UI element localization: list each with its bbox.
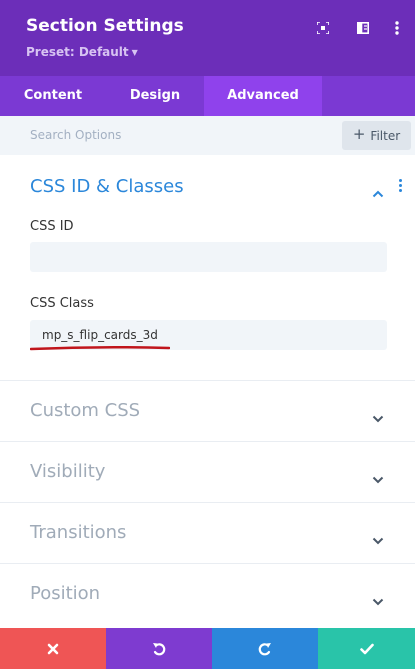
preset-label: Preset: Default <box>26 45 129 59</box>
more-icon[interactable] <box>389 20 405 36</box>
undo-icon <box>153 642 166 655</box>
search-bar: Search Options + Filter <box>0 116 415 155</box>
group-title: Position <box>30 583 101 604</box>
css-id-input[interactable] <box>30 242 387 272</box>
group-title: Custom CSS <box>30 400 141 421</box>
expand-icon[interactable] <box>315 20 331 36</box>
discard-button[interactable] <box>0 628 106 669</box>
group-title: Visibility <box>30 461 106 482</box>
css-class-label: CSS Class <box>30 296 94 311</box>
tab-bar: Content Design Advanced <box>0 76 415 116</box>
chevron-down-icon <box>372 469 384 488</box>
filter-button[interactable]: + Filter <box>342 121 411 150</box>
filter-label: Filter <box>370 128 401 143</box>
modal-title: Section Settings <box>26 16 184 36</box>
position-group[interactable]: Position <box>0 564 415 625</box>
action-bar <box>0 628 415 669</box>
css-id-label: CSS ID <box>30 219 74 234</box>
redo-icon <box>258 642 271 655</box>
modal-header: Section Settings Preset: Default ▼ <box>0 0 415 76</box>
preset-selector[interactable]: Preset: Default ▼ <box>26 45 138 59</box>
visibility-group[interactable]: Visibility <box>0 442 415 503</box>
transitions-group[interactable]: Transitions <box>0 503 415 564</box>
chevron-up-icon[interactable] <box>372 183 384 202</box>
check-icon <box>359 643 374 654</box>
redo-button[interactable] <box>212 628 318 669</box>
custom-css-group[interactable]: Custom CSS <box>0 381 415 442</box>
chevron-down-icon <box>372 530 384 549</box>
split-view-icon[interactable] <box>355 20 371 36</box>
plus-icon: + <box>352 125 366 143</box>
group-title: Transitions <box>30 522 127 543</box>
caret-down-icon: ▼ <box>131 48 138 57</box>
search-input[interactable]: Search Options <box>30 128 121 142</box>
annotation-underline <box>30 345 170 351</box>
undo-button[interactable] <box>106 628 212 669</box>
tab-design[interactable]: Design <box>106 76 204 116</box>
tab-content[interactable]: Content <box>0 76 106 116</box>
save-button[interactable] <box>318 628 415 669</box>
group-more-icon[interactable] <box>399 179 403 195</box>
chevron-down-icon <box>372 591 384 610</box>
group-title[interactable]: CSS ID & Classes <box>30 176 184 197</box>
chevron-down-icon <box>372 408 384 427</box>
close-icon <box>47 643 59 654</box>
css-id-classes-group: CSS ID & Classes CSS ID CSS Class mp_s_f… <box>0 155 415 381</box>
tab-advanced[interactable]: Advanced <box>204 76 322 116</box>
